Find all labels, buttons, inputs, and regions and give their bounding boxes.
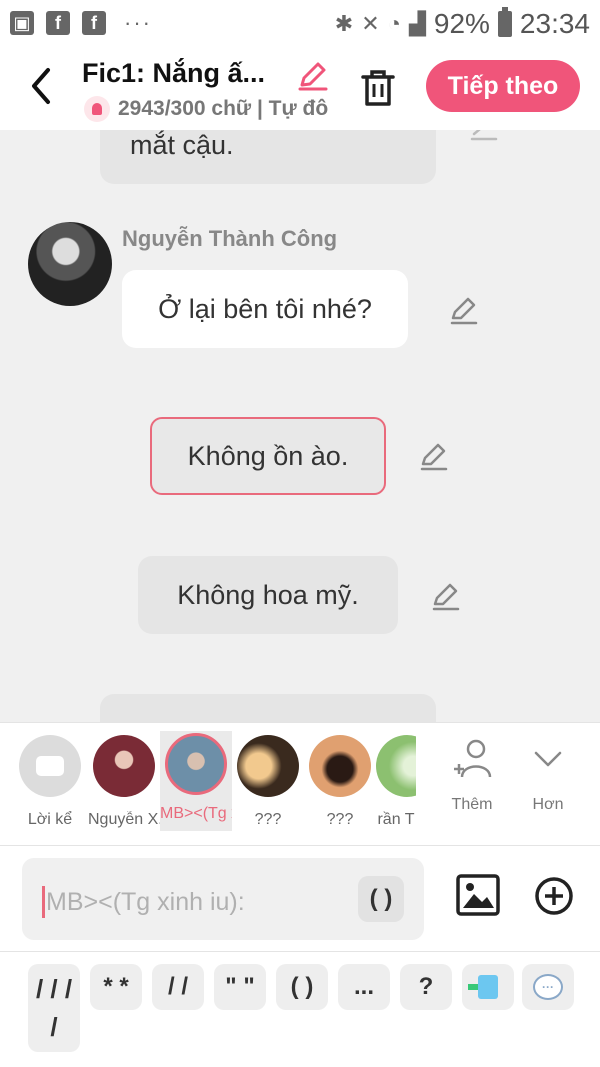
message-input[interactable]: MB><(Tg xinh iu): ( ): [22, 858, 424, 940]
edit-pencil-icon[interactable]: [448, 294, 480, 326]
quick-key[interactable]: " ": [214, 964, 266, 1010]
character-item[interactable]: rần T: [376, 735, 416, 829]
character-item-selected[interactable]: MB><(Tg x...: [160, 731, 232, 831]
avatar: [165, 733, 227, 795]
narrator-icon: [19, 735, 81, 797]
character-label: ???: [326, 811, 354, 828]
next-button[interactable]: Tiếp theo: [426, 60, 580, 112]
input-placeholder: MB><(Tg xinh iu):: [46, 888, 245, 916]
quick-key[interactable]: ( ): [276, 964, 328, 1010]
mute-icon: ✕: [361, 11, 380, 36]
character-selector: Lời kể Nguyễn X... MB><(Tg x... ??? ??? …: [0, 722, 600, 846]
chevron-down-icon: [534, 751, 562, 767]
character-item[interactable]: ???: [304, 735, 376, 829]
selected-message-bubble[interactable]: Không ồn ào.: [150, 417, 386, 495]
clock: 23:34: [519, 8, 590, 39]
parenthesis-button[interactable]: ( ): [358, 876, 404, 922]
text-cursor: [42, 886, 45, 918]
more-label: Hơn: [532, 796, 564, 813]
editor-header: Fic1: Nắng ấ... 2943/300 chữ | Tự đô Tiế…: [0, 48, 600, 130]
character-label: Nguyễn X...: [88, 811, 160, 828]
quick-key[interactable]: ...: [338, 964, 390, 1010]
message-text: mắt cậu.: [130, 130, 234, 160]
image-icon: ▣: [10, 11, 34, 35]
quick-key[interactable]: / /: [152, 964, 204, 1010]
character-item[interactable]: Nguyễn X...: [88, 735, 160, 829]
avatar: [237, 735, 299, 797]
character-label: Lời kể: [27, 811, 73, 828]
add-label: Thêm: [451, 796, 493, 813]
facebook-icon: f: [82, 11, 106, 35]
chat-bubble-key[interactable]: ···: [522, 964, 574, 1010]
message-bubble[interactable]: mắt cậu.: [100, 130, 436, 184]
avatar: [309, 735, 371, 797]
phone-icon: [468, 975, 498, 999]
character-label: MB><(Tg x...: [160, 805, 232, 822]
chat-bubble-icon: ···: [533, 974, 563, 1000]
message-bubble[interactable]: Không hoa mỹ.: [138, 556, 398, 634]
edit-pencil-icon[interactable]: [430, 580, 462, 612]
battery-percent: 92%: [433, 8, 490, 39]
input-area: MB><(Tg xinh iu): ( ): [0, 846, 600, 952]
edit-pencil-icon[interactable]: [468, 130, 498, 142]
message-text: Ở lại bên tôi nhé?: [158, 293, 372, 324]
facebook-icon: f: [46, 11, 70, 35]
quick-keys-bar: / / / / * * / / " " ( ) ... ? ···: [0, 952, 600, 1067]
word-count: 2943/300 chữ | Tự đô: [118, 97, 329, 120]
quick-key[interactable]: / / / /: [28, 964, 80, 1052]
trash-icon[interactable]: [360, 68, 396, 108]
more-notifications-icon: ···: [124, 10, 152, 35]
edit-title-pencil-icon[interactable]: [296, 58, 330, 92]
add-character-button[interactable]: Thêm: [442, 737, 502, 814]
message-text: Không ồn ào.: [187, 440, 349, 471]
quick-key[interactable]: ?: [400, 964, 452, 1010]
avatar[interactable]: [28, 222, 112, 306]
edit-pencil-icon[interactable]: [418, 440, 450, 472]
message-bubble[interactable]: [100, 694, 436, 722]
quick-key[interactable]: * *: [90, 964, 142, 1010]
avatar: [93, 735, 155, 797]
add-circle-icon[interactable]: [534, 876, 574, 916]
character-label: rần T: [377, 811, 415, 828]
add-person-icon: [454, 739, 492, 778]
battery-icon: [497, 7, 512, 37]
story-title[interactable]: Fic1: Nắng ấ...: [82, 58, 287, 89]
bluetooth-icon: ✱: [334, 11, 354, 36]
status-bar: ▣ f f ··· ✱ ✕ ◔ ▟ 92% 23:34: [0, 0, 600, 48]
more-characters-button[interactable]: Hơn: [518, 737, 578, 814]
word-count-row: 2943/300 chữ | Tự đô: [84, 96, 332, 122]
message-text: Không hoa mỹ.: [177, 579, 359, 610]
character-narrator[interactable]: Lời kể: [14, 735, 86, 829]
phone-call-key[interactable]: [462, 964, 514, 1010]
signal-icon: ▟: [408, 11, 426, 36]
quick-key-label: / / / /: [35, 974, 73, 1042]
character-item[interactable]: ???: [232, 735, 304, 829]
wifi-icon: ◔: [387, 11, 401, 36]
speaker-name: Nguyễn Thành Công: [122, 226, 338, 251]
image-icon[interactable]: [456, 874, 500, 916]
back-arrow-icon[interactable]: [26, 64, 56, 108]
character-label: ???: [254, 811, 282, 828]
message-bubble[interactable]: Ở lại bên tôi nhé?: [122, 270, 408, 348]
avatar: [376, 735, 416, 797]
chat-area[interactable]: mắt cậu. Nguyễn Thành Công Ở lại bên tôi…: [0, 130, 600, 722]
bell-icon: [84, 96, 110, 122]
